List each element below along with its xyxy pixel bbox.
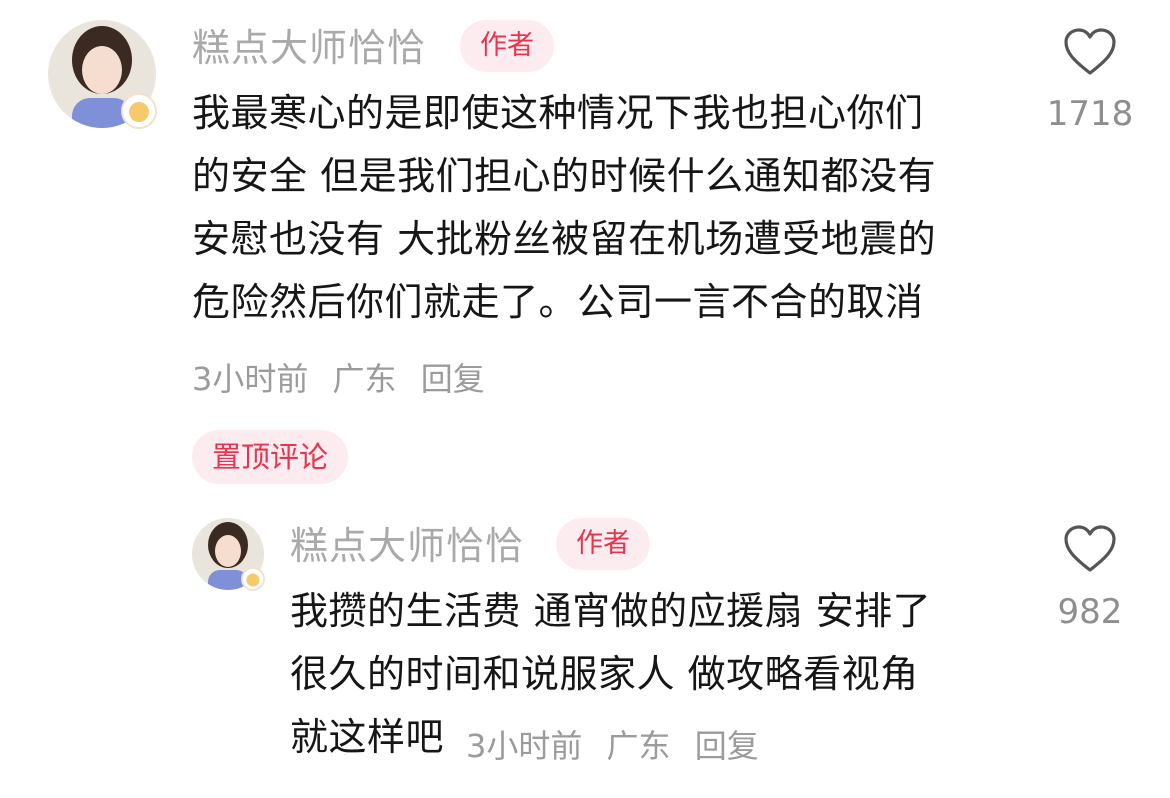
avatar-sticker-icon bbox=[121, 93, 157, 129]
like-count: 982 bbox=[1057, 592, 1123, 632]
heart-outline-icon[interactable] bbox=[1063, 27, 1117, 77]
comment-username[interactable]: 糕点大师恰恰 bbox=[290, 524, 524, 568]
comment-thread: 糕点大师恰恰 作者 我最寒心的是即使这种情况下我也担心你们 的安全 但是我们担心… bbox=[0, 0, 1170, 798]
reply-button[interactable]: 回复 bbox=[421, 360, 485, 398]
comment-username[interactable]: 糕点大师恰恰 bbox=[192, 26, 426, 70]
comment-time: 3小时前 bbox=[466, 727, 583, 765]
comment-location: 广东 bbox=[332, 360, 397, 398]
heart-outline-icon[interactable] bbox=[1063, 524, 1117, 574]
comment-meta: 3小时前 广东 回复 bbox=[466, 724, 773, 768]
author-badge: 作者 bbox=[460, 20, 554, 72]
reply-button[interactable]: 回复 bbox=[695, 727, 759, 765]
avatar[interactable] bbox=[192, 518, 265, 591]
pinned-comment-badge: 置顶评论 bbox=[192, 430, 349, 484]
like-count: 1718 bbox=[1046, 94, 1134, 134]
comment-time: 3小时前 bbox=[192, 360, 309, 398]
avatar[interactable] bbox=[48, 20, 157, 129]
comment-location: 广东 bbox=[606, 727, 671, 765]
comment-meta: 3小时前 广东 回复 bbox=[192, 357, 499, 401]
comment-text: 我最寒心的是即使这种情况下我也担心你们 的安全 但是我们担心的时候什么通知都没有… bbox=[192, 91, 937, 324]
avatar-sticker-icon bbox=[241, 567, 265, 591]
author-badge: 作者 bbox=[556, 518, 650, 570]
